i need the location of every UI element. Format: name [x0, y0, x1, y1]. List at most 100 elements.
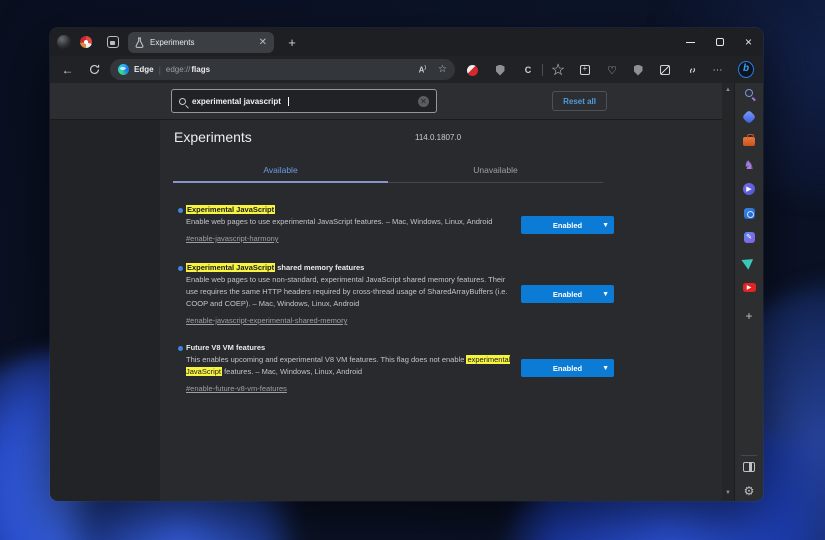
chevron-down-icon: ▼ [602, 365, 609, 372]
desc-text: features. – Mac, Windows, Linux, Android [222, 367, 362, 376]
sidebar-panel-icon[interactable] [735, 459, 763, 475]
flag-modified-dot [178, 266, 183, 271]
desc-text: Enable web pages to use non-standard, ex… [186, 275, 508, 308]
link-icon[interactable] [684, 62, 700, 78]
clear-search-icon[interactable]: ✕ [418, 96, 429, 107]
flags-page: experimental javascript ✕ Reset all Expe… [50, 83, 734, 501]
refresh-icon[interactable] [86, 61, 103, 78]
flag-modified-dot [178, 346, 183, 351]
flag-row: Experimental JavaScript Enable web pages… [186, 204, 519, 246]
flags-search-header: experimental javascript ✕ Reset all [50, 83, 734, 120]
page-title: Experiments [174, 129, 252, 145]
drop-icon[interactable] [735, 254, 763, 270]
chevron-down-icon: ▼ [602, 222, 609, 229]
toolbar-divider [542, 64, 543, 76]
flag-state-dropdown[interactable]: Enabled ▼ [521, 216, 614, 234]
site-brand: Edge [134, 65, 154, 74]
collections-icon[interactable] [577, 62, 593, 78]
flag-title: Experimental JavaScript shared memory fe… [186, 262, 519, 273]
flask-icon [135, 37, 144, 48]
flag-title-rest: Future V8 VM features [186, 343, 265, 352]
browser-window: Experiments ✕ + × ← Edge | edge:// flags… [50, 28, 763, 501]
sidebar-divider [741, 455, 757, 456]
flag-state-dropdown[interactable]: Enabled ▼ [521, 359, 614, 377]
search-highlight: Experimental JavaScript [186, 263, 275, 272]
titlebar: Experiments ✕ + × [50, 28, 763, 56]
page-scrollbar[interactable]: ▲ ▼ [722, 83, 734, 501]
search-value: experimental javascript [192, 97, 281, 106]
url-scheme: edge:// [166, 65, 190, 74]
flag-description: Enable web pages to use non-standard, ex… [186, 274, 519, 310]
address-bar[interactable]: Edge | edge:// flags A) ☆ [110, 59, 455, 80]
scroll-up-icon[interactable]: ▲ [722, 87, 734, 93]
maximize-icon[interactable] [705, 28, 734, 56]
flag-state-dropdown[interactable]: Enabled ▼ [521, 285, 614, 303]
flag-row: Future V8 VM features This enables upcom… [186, 342, 519, 396]
designer-icon[interactable]: ✎ [735, 229, 763, 245]
dropdown-value: Enabled [553, 364, 582, 373]
games-icon[interactable]: ♞ [735, 157, 763, 173]
settings-gear-icon[interactable]: ⚙ [735, 483, 763, 499]
image-creator-icon[interactable] [735, 205, 763, 221]
edge-logo-icon [118, 64, 129, 75]
web-capture-icon[interactable] [657, 62, 673, 78]
tab-close-icon[interactable]: ✕ [259, 38, 267, 48]
wallet-shield-icon[interactable] [630, 62, 646, 78]
workspaces-icon[interactable] [80, 36, 92, 48]
scroll-down-icon[interactable]: ▼ [722, 490, 734, 496]
address-separator: | [159, 65, 161, 75]
dropdown-value: Enabled [553, 221, 582, 230]
desc-text: Enable web pages to use experimental Jav… [186, 217, 492, 226]
extension-shield-icon[interactable] [492, 62, 508, 78]
youtube-icon[interactable]: ▶ [735, 279, 763, 295]
minimize-icon[interactable] [676, 28, 705, 56]
back-icon[interactable]: ← [59, 61, 76, 78]
dropdown-value: Enabled [553, 290, 582, 299]
browser-essentials-heart-icon[interactable]: ♡ [604, 62, 620, 78]
flags-content: Experiments 114.0.1807.0 Available Unava… [160, 120, 733, 501]
tab-title: Experiments [150, 38, 253, 47]
flag-description: This enables upcoming and experimental V… [186, 354, 519, 378]
flag-title-rest: shared memory features [275, 263, 364, 272]
new-tab-icon[interactable]: + [283, 33, 301, 51]
bing-chat-icon[interactable]: b [738, 61, 754, 77]
flag-modified-dot [178, 208, 183, 213]
add-icon[interactable]: + [735, 308, 763, 324]
more-icon[interactable]: ⋯ [710, 62, 726, 78]
url-host: flags [191, 65, 210, 74]
flag-description: Enable web pages to use experimental Jav… [186, 216, 519, 228]
version-label: 114.0.1807.0 [415, 133, 461, 142]
flag-anchor-link[interactable]: #enable-javascript-experimental-shared-m… [186, 315, 347, 327]
flag-title: Future V8 VM features [186, 342, 519, 353]
tab-available[interactable]: Available [173, 160, 388, 183]
favorites-icon[interactable]: ☆ [550, 62, 566, 78]
search-input[interactable]: experimental javascript ✕ [171, 89, 437, 113]
flag-row: Experimental JavaScript shared memory fe… [186, 262, 519, 328]
chevron-down-icon: ▼ [602, 291, 609, 298]
toolbar: ← Edge | edge:// flags A) ☆ C ☆ ♡ ⋯ b [50, 56, 763, 83]
extension-c-icon[interactable]: C [520, 62, 536, 78]
profile-avatar[interactable] [57, 35, 71, 49]
favorite-star-icon[interactable]: ☆ [438, 65, 447, 75]
text-caret [288, 97, 289, 106]
edge-sidebar: ♞ ▶ ✎ ▶ + ⚙ [734, 83, 763, 501]
flags-tabs: Available Unavailable [173, 160, 603, 183]
flag-anchor-link[interactable]: #enable-future-v8-vm-features [186, 383, 287, 395]
tab-unavailable[interactable]: Unavailable [388, 160, 603, 183]
search-highlight: Experimental JavaScript [186, 205, 275, 214]
flag-title: Experimental JavaScript [186, 204, 519, 215]
read-aloud-icon[interactable]: A) [419, 65, 426, 75]
reset-all-button[interactable]: Reset all [552, 91, 607, 111]
play-icon[interactable]: ▶ [735, 181, 763, 197]
discover-icon[interactable] [735, 109, 763, 125]
close-icon[interactable]: × [734, 28, 763, 56]
window-controls: × [676, 28, 763, 56]
flag-anchor-link[interactable]: #enable-javascript-harmony [186, 233, 279, 245]
browser-tab-experiments[interactable]: Experiments ✕ [128, 32, 274, 53]
shopping-icon[interactable] [735, 133, 763, 149]
tab-actions-icon[interactable] [107, 36, 119, 48]
extension-red-icon[interactable] [464, 62, 480, 78]
search-icon[interactable] [735, 85, 763, 101]
search-icon [179, 98, 186, 105]
desc-text: This enables upcoming and experimental V… [186, 355, 466, 364]
